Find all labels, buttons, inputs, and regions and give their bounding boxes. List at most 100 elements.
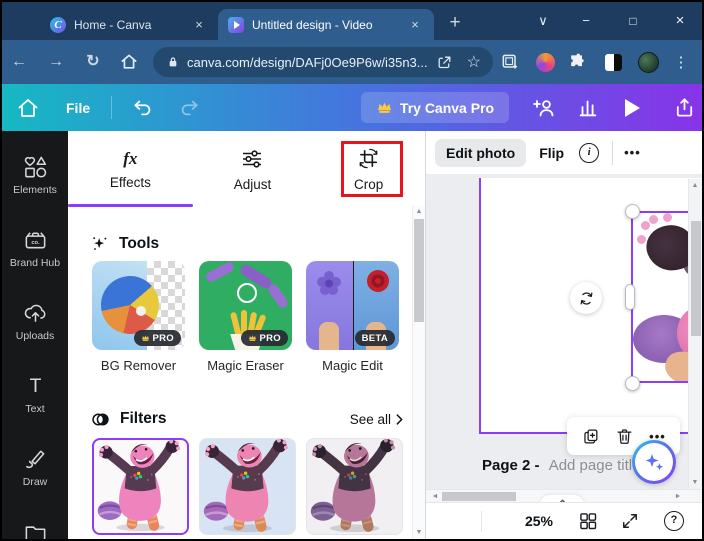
filter-thumb-cool[interactable]	[199, 438, 296, 535]
flip-button[interactable]: Flip	[539, 145, 564, 161]
profile-avatar[interactable]	[636, 50, 660, 74]
share-with-people-button[interactable]	[531, 84, 557, 131]
browser-menu-icon[interactable]: ⋮	[673, 50, 689, 74]
hand-graphic	[319, 322, 339, 350]
try-pro-label: Try Canva Pro	[399, 99, 495, 116]
sidebar-item-uploads[interactable]: Uploads	[2, 297, 68, 370]
assistant-sparkle-icon	[645, 454, 664, 471]
page-title-placeholder[interactable]: Add page title	[549, 457, 641, 474]
tab-close-icon[interactable]: ×	[190, 16, 208, 34]
reload-button[interactable]: ↻	[80, 50, 106, 74]
tab-close-icon[interactable]: ×	[406, 16, 424, 34]
info-icon[interactable]: i	[579, 142, 600, 163]
help-button[interactable]: ?	[664, 511, 684, 531]
canva-assistant-button[interactable]	[632, 440, 676, 484]
folder-icon	[25, 526, 45, 539]
page-number: Page 2 -	[482, 457, 540, 474]
pro-badge: PRO	[240, 330, 288, 346]
rotate-handle[interactable]	[570, 282, 602, 314]
tool-card-bg-remover[interactable]: PRO BG Remover	[92, 261, 185, 374]
extensions-puzzle-icon[interactable]	[565, 50, 589, 74]
tab-adjust[interactable]: Adjust	[193, 131, 313, 207]
add-people-icon	[533, 99, 554, 116]
canvas-vertical-scrollbar[interactable]: ▲ ▼	[688, 179, 702, 489]
window-minimize-button[interactable]: −	[572, 2, 600, 40]
resize-handle-bottom-left[interactable]	[625, 376, 640, 391]
dark-mode-extension-icon[interactable]	[601, 50, 625, 74]
grid-view-icon[interactable]	[578, 511, 598, 531]
more-options-icon[interactable]: •••	[624, 145, 641, 160]
home-icon	[121, 54, 137, 69]
export-button[interactable]	[673, 84, 696, 131]
back-button[interactable]: ←	[6, 50, 32, 74]
play-icon	[625, 98, 640, 117]
scroll-left-icon[interactable]: ◄	[429, 493, 441, 500]
resize-handle-top-left[interactable]	[625, 204, 640, 219]
sidebar-item-draw[interactable]: Draw	[2, 443, 68, 516]
panel-scrollbar[interactable]: ▲ ▼	[412, 205, 425, 539]
page-label[interactable]: Page 2 - Add page title	[482, 457, 640, 474]
zoom-level-button[interactable]: 25%	[514, 503, 564, 539]
new-tab-button[interactable]: +	[442, 10, 468, 36]
insights-button[interactable]	[577, 84, 599, 131]
url-omnibox[interactable]: canva.com/design/DAFj0Oe9P6w/i35n3... ☆	[153, 47, 493, 77]
elements-icon	[24, 156, 46, 178]
tool-card-magic-eraser[interactable]: PRO Magic Eraser	[199, 261, 292, 374]
scroll-down-icon[interactable]: ▼	[689, 479, 701, 486]
duplicate-page-icon[interactable]	[581, 427, 600, 446]
sidebar-item-projects[interactable]	[2, 516, 68, 539]
image-context-toolbar: Edit photo Flip i •••	[426, 131, 702, 174]
canva-home-button[interactable]	[16, 84, 40, 131]
sidebar-item-label: Elements	[13, 184, 57, 196]
scroll-down-icon[interactable]: ▼	[413, 529, 425, 536]
tab-search-chevron-icon[interactable]: ∨	[529, 2, 557, 40]
filters-title: Filters	[120, 410, 167, 427]
pro-badge: PRO	[133, 330, 181, 346]
panel-scrollbar-thumb[interactable]	[414, 219, 424, 322]
see-all-link[interactable]: See all	[350, 412, 403, 427]
scroll-right-icon[interactable]: ►	[672, 493, 684, 500]
present-button[interactable]	[625, 84, 640, 131]
lock-icon	[169, 57, 177, 67]
browser-home-button[interactable]	[116, 50, 142, 74]
colorful-extension-icon[interactable]	[533, 50, 557, 74]
forward-button[interactable]: →	[43, 50, 69, 74]
file-menu-button[interactable]: File	[60, 84, 96, 131]
header-divider	[111, 96, 112, 119]
scroll-up-icon[interactable]: ▲	[413, 208, 425, 215]
scroll-up-icon[interactable]: ▲	[689, 182, 701, 189]
undo-button[interactable]	[132, 84, 154, 131]
toolbar-divider	[612, 140, 614, 165]
vertical-scrollbar-thumb[interactable]	[690, 221, 701, 336]
share-export-icon	[676, 98, 693, 117]
filter-thumb-selected[interactable]	[92, 438, 189, 535]
sidebar-item-label: Text	[25, 403, 45, 415]
tab-effects[interactable]: fx Effects	[68, 131, 193, 207]
resize-handle-left[interactable]	[625, 284, 635, 310]
horizontal-scrollbar-thumb[interactable]	[442, 492, 516, 501]
crown-icon	[141, 335, 149, 341]
fullscreen-icon[interactable]	[620, 511, 640, 531]
filter-thumb-muted[interactable]	[306, 438, 403, 535]
try-canva-pro-button[interactable]: Try Canva Pro	[361, 92, 509, 123]
tools-section: Tools PRO BG Remover PRO Magic Eraser BE…	[68, 233, 425, 374]
canvas-bottom-bar: 25% ?	[426, 502, 702, 539]
browser-tab-home[interactable]: C Home - Canva ×	[40, 9, 218, 40]
sidebar-item-text[interactable]: T Text	[2, 370, 68, 443]
bookmark-star-icon[interactable]: ☆	[467, 52, 481, 72]
screenshot-extension-icon[interactable]	[498, 50, 522, 74]
window-close-button[interactable]: ×	[666, 2, 694, 40]
uploads-cloud-icon	[24, 304, 45, 322]
draw-pen-icon	[25, 450, 44, 469]
sidebar-item-elements[interactable]: Elements	[2, 151, 68, 224]
redo-button[interactable]	[178, 84, 200, 131]
tool-card-magic-edit[interactable]: BETA Magic Edit	[306, 261, 399, 374]
delete-page-icon[interactable]	[615, 427, 634, 446]
sidebar-item-brand-hub[interactable]: co. Brand Hub	[2, 224, 68, 297]
edit-photo-button[interactable]: Edit photo	[435, 138, 527, 167]
share-page-icon[interactable]	[436, 54, 453, 71]
browser-tab-design[interactable]: Untitled design - Video ×	[218, 9, 434, 40]
before-after-divider	[352, 261, 354, 350]
window-maximize-button[interactable]: □	[619, 2, 647, 40]
beach-ball-graphic	[101, 276, 159, 334]
